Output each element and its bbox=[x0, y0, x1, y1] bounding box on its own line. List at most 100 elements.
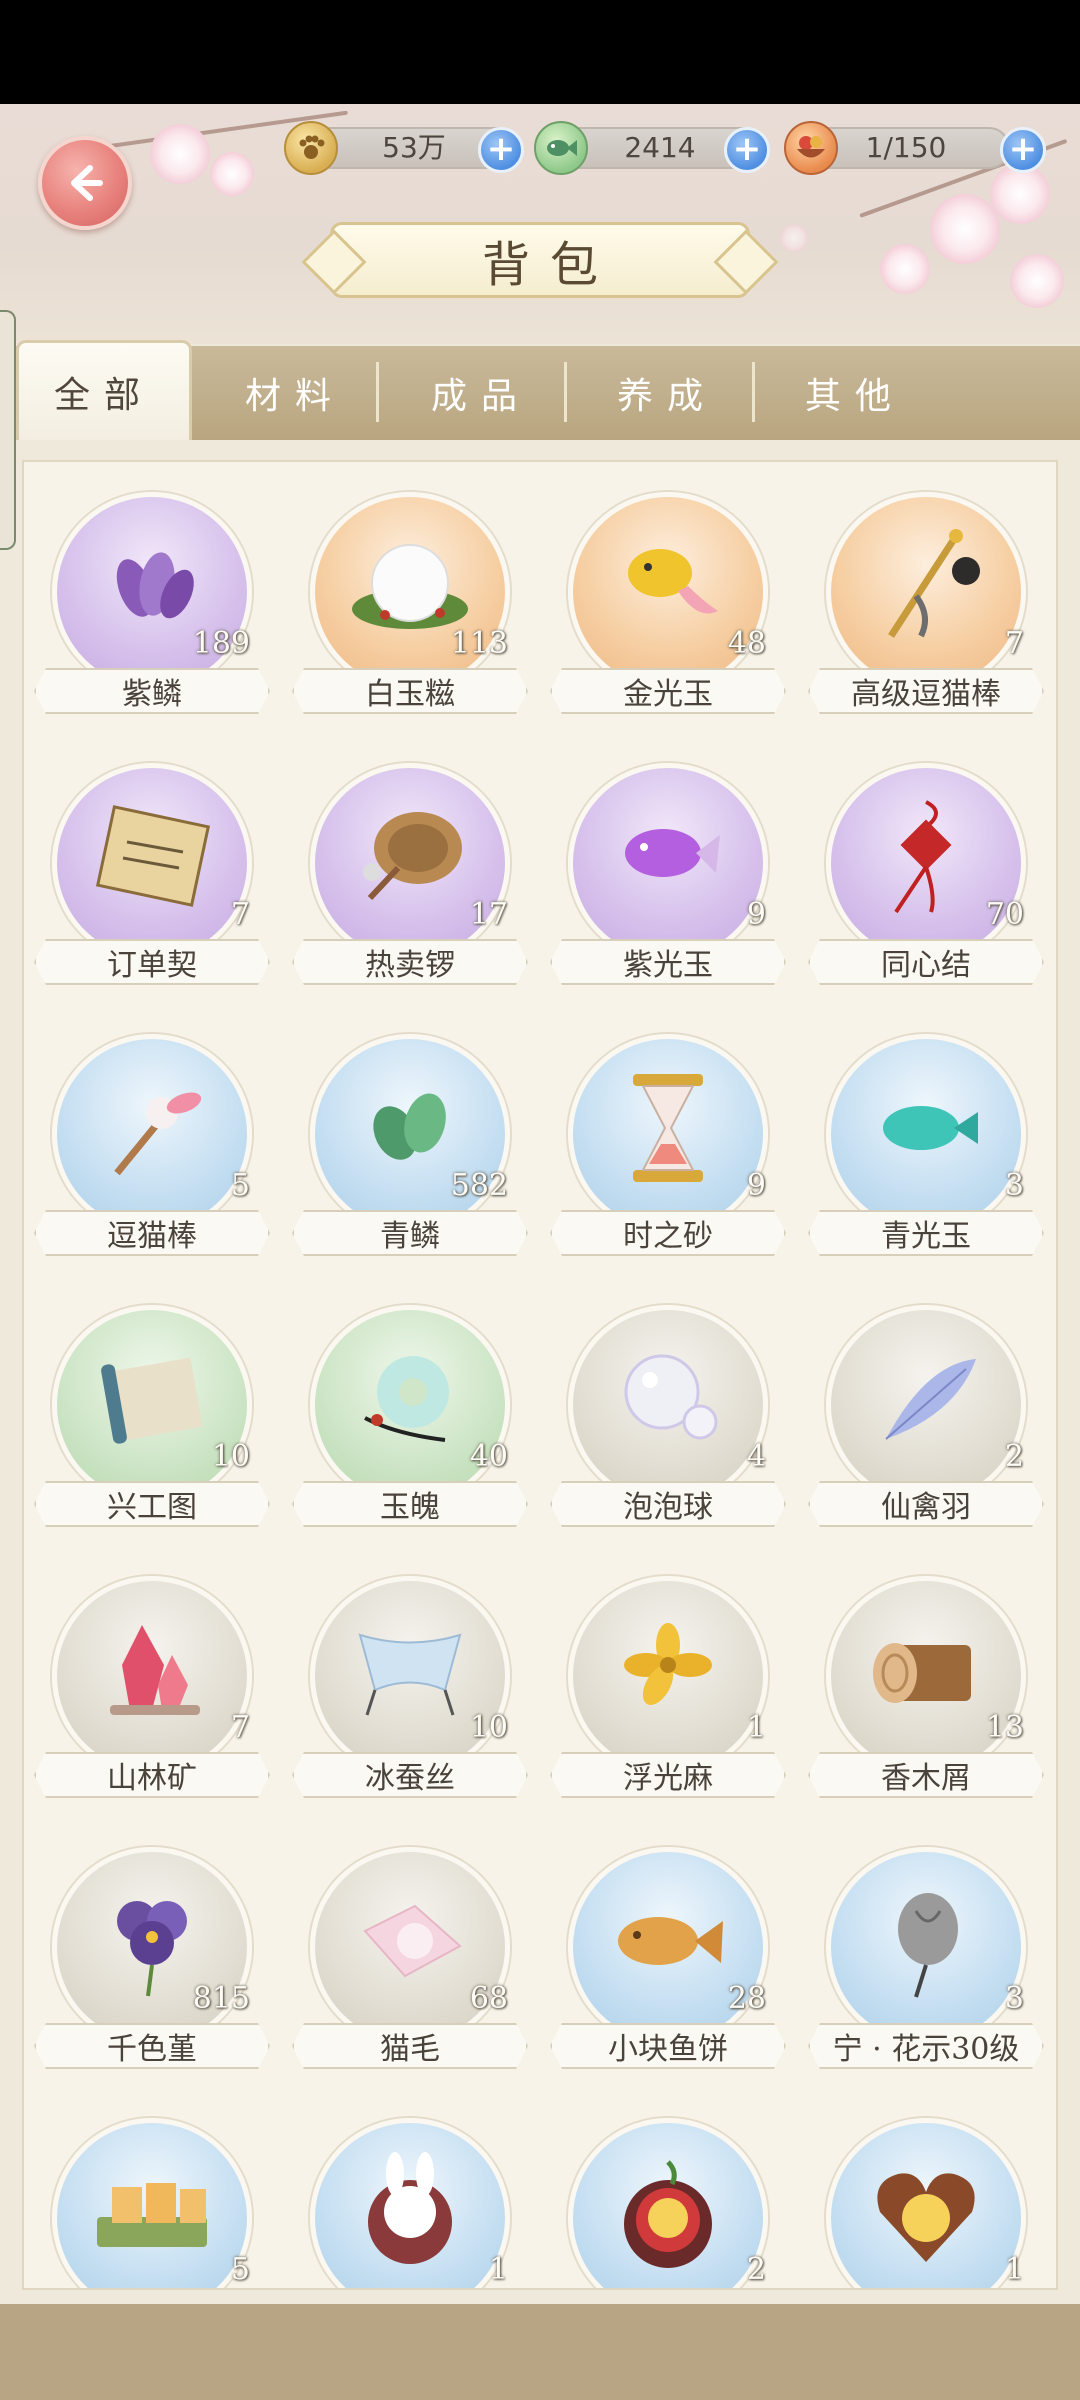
fish-cake-icon bbox=[603, 1891, 733, 1995]
item-frame bbox=[568, 2118, 768, 2288]
item-count: 1 bbox=[488, 2252, 508, 2287]
item-name: 仙禽羽 bbox=[881, 1490, 971, 1525]
currency-stamina-value: 1/150 bbox=[865, 131, 947, 164]
inventory-item[interactable]: 10 兴工图 bbox=[32, 1305, 272, 1535]
item-name-plate: 青光玉 bbox=[808, 1210, 1044, 1256]
item-frame bbox=[52, 763, 252, 963]
item-frame bbox=[826, 2118, 1026, 2288]
inventory-item[interactable]: 3 青光玉 bbox=[806, 1034, 1046, 1264]
item-name: 猫毛 bbox=[380, 2032, 440, 2067]
inventory-item[interactable]: 2 bbox=[548, 2118, 788, 2288]
inventory-item[interactable]: 17 热卖锣 bbox=[290, 763, 530, 993]
tab-other-label: 其他 bbox=[804, 376, 905, 417]
item-name-plate: 冰蚕丝 bbox=[292, 1752, 528, 1798]
item-count: 1 bbox=[1004, 2252, 1024, 2287]
scroll-icon bbox=[87, 1344, 217, 1458]
item-frame bbox=[52, 2118, 252, 2288]
item-name-plate: 宁 · 花示30级 bbox=[808, 2023, 1044, 2069]
inventory-item[interactable]: 40 玉魄 bbox=[290, 1305, 530, 1535]
inventory-item[interactable]: 1 bbox=[806, 2118, 1046, 2288]
inventory-item[interactable]: 7 高级逗猫棒 bbox=[806, 492, 1046, 722]
item-name: 兴工图 bbox=[107, 1490, 197, 1525]
item-name-plate: 小块鱼饼 bbox=[550, 2023, 786, 2069]
inventory-item[interactable]: 4 泡泡球 bbox=[548, 1305, 788, 1535]
inventory-item[interactable]: 13 香木屑 bbox=[806, 1576, 1046, 1806]
silk-cloth-icon bbox=[345, 1615, 475, 1729]
title-plaque: 背包 bbox=[330, 222, 750, 298]
tab-materials[interactable]: 材料 bbox=[202, 346, 388, 440]
item-count: 4 bbox=[746, 1439, 766, 1474]
item-name: 浮光麻 bbox=[623, 1761, 713, 1796]
item-frame bbox=[310, 1847, 510, 2047]
inventory-item[interactable]: 5 bbox=[32, 2118, 272, 2288]
item-name-plate: 浮光麻 bbox=[550, 1752, 786, 1798]
inventory-item[interactable]: 9 紫光玉 bbox=[548, 763, 788, 993]
page-title: 背包 bbox=[481, 237, 618, 293]
item-name-plate: 高级逗猫棒 bbox=[808, 668, 1044, 714]
add-coins-button[interactable]: + bbox=[478, 127, 524, 173]
item-count: 7 bbox=[230, 897, 250, 932]
bubble-icon bbox=[608, 1344, 728, 1458]
inventory-item[interactable]: 68 猫毛 bbox=[290, 1847, 530, 2077]
item-name-plate: 香木屑 bbox=[808, 1752, 1044, 1798]
inventory-item[interactable]: 48 金光玉 bbox=[548, 492, 788, 722]
inventory-item[interactable]: 189 紫鳞 bbox=[32, 492, 272, 722]
inventory-item[interactable]: 113 白玉糍 bbox=[290, 492, 530, 722]
item-name-plate: 同心结 bbox=[808, 939, 1044, 985]
tab-products[interactable]: 成品 bbox=[388, 346, 574, 440]
item-frame bbox=[826, 1305, 1026, 1505]
inventory-item[interactable]: 2 仙禽羽 bbox=[806, 1305, 1046, 1535]
item-name: 紫光玉 bbox=[623, 948, 713, 983]
green-scales-icon bbox=[355, 1078, 465, 1182]
item-count: 582 bbox=[450, 1168, 508, 1203]
inventory-item[interactable]: 815 千色堇 bbox=[32, 1847, 272, 2077]
premium-cat-teaser-icon bbox=[861, 526, 991, 650]
inventory-item[interactable]: 70 同心结 bbox=[806, 763, 1046, 993]
inventory-item[interactable]: 10 冰蚕丝 bbox=[290, 1576, 530, 1806]
item-frame bbox=[826, 1576, 1026, 1776]
item-frame bbox=[568, 1305, 768, 1505]
item-name-plate: 紫鳞 bbox=[34, 668, 270, 714]
inventory-item[interactable]: 582 青鳞 bbox=[290, 1034, 530, 1264]
tab-materials-label: 材料 bbox=[244, 376, 345, 417]
currency-coins-value: 53万 bbox=[382, 131, 446, 164]
inventory-item[interactable]: 28 小块鱼饼 bbox=[548, 1847, 788, 2077]
inventory-item[interactable]: 1 浮光麻 bbox=[548, 1576, 788, 1806]
back-button[interactable] bbox=[38, 136, 132, 230]
feather-icon bbox=[866, 1344, 986, 1458]
item-name: 金光玉 bbox=[623, 677, 713, 712]
item-name-plate: 时之砂 bbox=[550, 1210, 786, 1256]
item-name: 时之砂 bbox=[623, 1219, 713, 1254]
add-stamina-button[interactable]: + bbox=[1000, 127, 1046, 173]
item-name: 青光玉 bbox=[881, 1219, 971, 1254]
item-frame bbox=[826, 1034, 1026, 1234]
tab-other[interactable]: 其他 bbox=[762, 346, 948, 440]
item-frame bbox=[310, 492, 510, 692]
inventory-item[interactable]: 7 订单契 bbox=[32, 763, 272, 993]
item-frame bbox=[568, 763, 768, 963]
item-frame bbox=[310, 1034, 510, 1234]
inventory-item[interactable]: 1 bbox=[290, 2118, 530, 2288]
item-frame bbox=[310, 1305, 510, 1505]
item-name-plate: 订单契 bbox=[34, 939, 270, 985]
inventory-item[interactable]: 7 山林矿 bbox=[32, 1576, 272, 1806]
inventory-item[interactable]: 9 时之砂 bbox=[548, 1034, 788, 1264]
order-contract-icon bbox=[87, 802, 217, 916]
tab-divider bbox=[376, 362, 379, 422]
item-frame bbox=[52, 492, 252, 692]
item-frame bbox=[52, 1305, 252, 1505]
paw-coin-icon bbox=[284, 121, 338, 175]
tab-cultivation[interactable]: 养成 bbox=[574, 346, 760, 440]
hourglass-icon bbox=[623, 1068, 713, 1192]
item-frame bbox=[310, 763, 510, 963]
fish-token-icon bbox=[534, 121, 588, 175]
add-tokens-button[interactable]: + bbox=[724, 127, 770, 173]
category-tabs: 全部 材料 成品 养成 其他 bbox=[16, 340, 1080, 440]
tab-all[interactable]: 全部 bbox=[16, 340, 192, 440]
inventory-item[interactable]: 3 宁 · 花示30级 bbox=[806, 1847, 1046, 2077]
tab-all-label: 全部 bbox=[53, 374, 154, 416]
side-drawer-handle[interactable] bbox=[0, 310, 16, 550]
inventory-item[interactable]: 5 逗猫棒 bbox=[32, 1034, 272, 1264]
tab-products-label: 成品 bbox=[430, 376, 531, 417]
item-name-plate: 金光玉 bbox=[550, 668, 786, 714]
